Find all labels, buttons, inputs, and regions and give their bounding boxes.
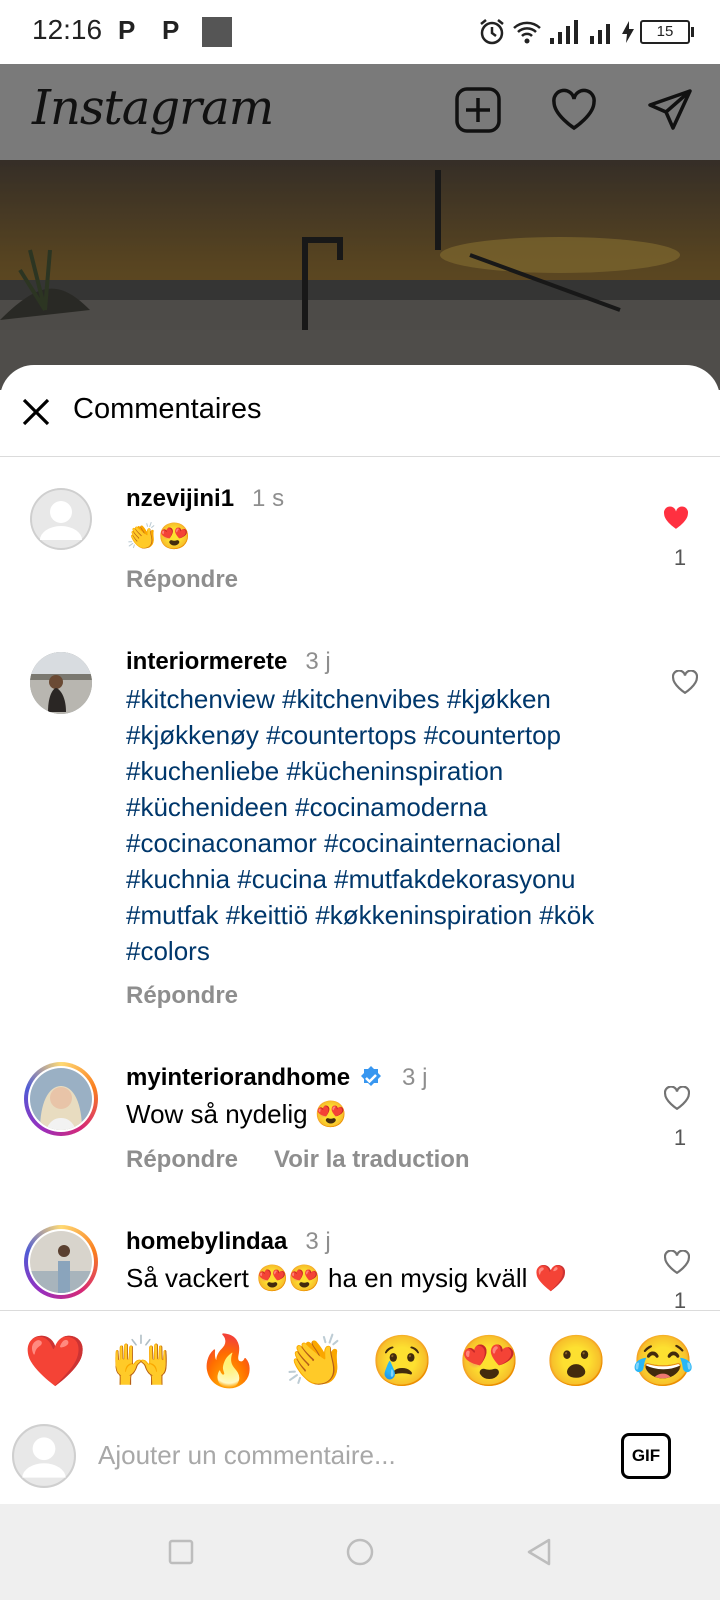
comment-username[interactable]: nzevijini1	[126, 485, 234, 512]
comment-time: 3 j	[305, 1228, 331, 1255]
emoji-quick-bar	[0, 1310, 720, 1408]
hashtag-line[interactable]: #küchenideen #cocinamoderna	[126, 789, 594, 825]
comment-actions: Répondre Voir la traduction	[126, 1146, 470, 1174]
like-count: 1	[673, 1288, 687, 1310]
story-ring[interactable]	[24, 1062, 98, 1136]
hashtag-line[interactable]: #kjøkkenøy #countertops #countertop	[126, 717, 594, 753]
comment-header: homebylindaa 3 j	[126, 1228, 331, 1256]
heart-icon[interactable]	[550, 86, 598, 134]
emoji-laughing-button[interactable]: 😂	[632, 1331, 694, 1391]
comment-hashtags: #kitchenview #kitchenvibes #kjøkken #kjø…	[126, 681, 594, 969]
sheet-title: Commentaires	[73, 393, 262, 425]
emoji-fire-button[interactable]: 🔥	[197, 1331, 259, 1391]
comment-text: 👏😍	[126, 521, 191, 551]
avatar-photo	[30, 1231, 92, 1293]
comment-header: myinteriorandhome 3 j	[126, 1064, 427, 1092]
heart-outline-icon[interactable]	[664, 1086, 690, 1110]
heart-outline-icon[interactable]	[672, 670, 698, 694]
alarm-icon	[480, 19, 504, 45]
avatar-photo	[30, 1068, 92, 1130]
charging-icon	[622, 21, 634, 43]
emoji-crying-button[interactable]: 😢	[371, 1331, 433, 1391]
avatar-photo	[30, 652, 92, 714]
avatar[interactable]	[30, 1231, 92, 1293]
comment-header: interiormerete 3 j	[126, 648, 331, 676]
instagram-logo: Instagram	[32, 80, 274, 136]
emoji-surprised-button[interactable]: 😮	[545, 1331, 607, 1391]
comment-username[interactable]: myinteriorandhome	[126, 1064, 350, 1092]
back-icon[interactable]	[526, 1538, 552, 1566]
avatar[interactable]	[30, 1068, 92, 1130]
battery-icon: 15	[640, 20, 694, 44]
status-icons: 15	[478, 16, 694, 48]
direct-message-icon[interactable]	[646, 86, 694, 134]
parking-app-icon: P	[118, 15, 136, 45]
close-icon[interactable]	[20, 396, 52, 428]
new-post-icon[interactable]	[454, 86, 502, 134]
like-count: 1	[673, 545, 687, 570]
post-image	[0, 160, 720, 390]
emoji-heart-eyes-button[interactable]: 😍	[458, 1331, 520, 1391]
hashtag-line[interactable]: #colors	[126, 933, 594, 969]
comment-time: 3 j	[402, 1064, 428, 1091]
default-avatar-icon	[30, 488, 92, 550]
comment-header: nzevijini1 1 s	[126, 485, 284, 513]
comment-username[interactable]: homebylindaa	[126, 1228, 287, 1255]
status-time: 12:16	[32, 14, 103, 45]
my-avatar	[12, 1424, 76, 1488]
heart-outline-icon[interactable]	[664, 1250, 690, 1274]
hashtag-line[interactable]: #kitchenview #kitchenvibes #kjøkken	[126, 681, 594, 717]
hashtag-line[interactable]: #kuchnia #cucina #mutfakdekorasyonu	[126, 861, 594, 897]
comment-input[interactable]: Ajouter un commentaire...	[98, 1440, 396, 1471]
liked-heart-icon[interactable]	[663, 506, 689, 530]
verified-badge-icon	[361, 1066, 382, 1086]
comment-text: Så vackert 😍😍 ha en mysig kväll ❤️	[126, 1263, 568, 1293]
emoji-clap-button[interactable]: 👏	[284, 1331, 346, 1391]
story-ring[interactable]	[24, 1225, 98, 1299]
notification-icon	[202, 17, 232, 47]
hashtag-line[interactable]: #mutfak #keittiö #køkkeninspiration #kök	[126, 897, 594, 933]
reply-button[interactable]: Répondre	[126, 982, 238, 1010]
signal-icon-2	[590, 24, 610, 44]
avatar[interactable]	[30, 652, 92, 714]
comment-time: 1 s	[252, 485, 285, 512]
reply-button[interactable]: Répondre	[126, 566, 238, 594]
like-count: 1	[673, 1125, 687, 1150]
see-translation-button[interactable]: Voir la traduction	[274, 1146, 470, 1174]
wifi-icon	[513, 21, 541, 44]
home-icon[interactable]	[346, 1538, 374, 1566]
comment-time: 3 j	[305, 648, 331, 675]
emoji-heart-button[interactable]: ❤️	[24, 1331, 86, 1391]
comment-username[interactable]: interiormerete	[126, 648, 287, 675]
avatar[interactable]	[30, 488, 92, 550]
parking-app-icon: P	[162, 15, 180, 45]
hashtag-line[interactable]: #cocinaconamor #cocinainternacional	[126, 825, 594, 861]
recents-icon[interactable]	[168, 1539, 194, 1565]
reply-button[interactable]: Répondre	[126, 1146, 238, 1174]
signal-icon	[550, 20, 578, 44]
comment-text: Wow så nydelig 😍	[126, 1099, 348, 1129]
emoji-raising-hands-button[interactable]: 🙌	[110, 1331, 172, 1391]
hashtag-line[interactable]: #kuchenliebe #kücheninspiration	[126, 753, 594, 789]
gif-button[interactable]: GIF	[621, 1433, 671, 1479]
